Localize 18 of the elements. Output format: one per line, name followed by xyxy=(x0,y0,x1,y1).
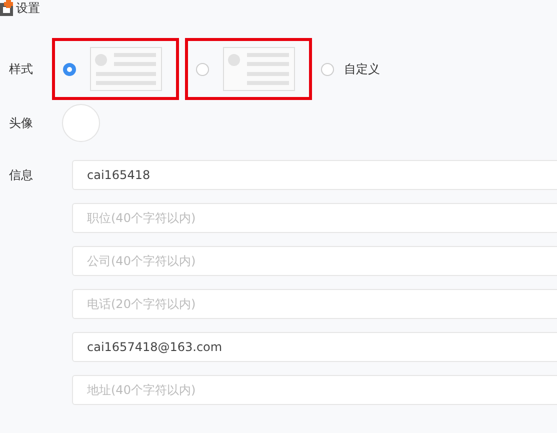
input-field[interactable]: 电话(20个字符以内) xyxy=(72,289,557,319)
field-label: 信息 xyxy=(8,167,34,184)
input-field[interactable]: 职位(40个字符以内) xyxy=(72,203,557,233)
field-label: 样式 xyxy=(8,60,34,78)
radio-button[interactable] xyxy=(63,62,76,76)
input-field[interactable]: 地址(40个字符以内) xyxy=(72,375,557,405)
radio-button[interactable] xyxy=(196,62,209,76)
input-field[interactable]: cai1657418@163.com xyxy=(72,332,557,362)
input-field[interactable]: 公司(40个字符以内) xyxy=(72,246,557,276)
input-field[interactable]: cai165418 xyxy=(72,160,557,190)
radio-button[interactable] xyxy=(321,62,334,76)
page-title: 设置 xyxy=(16,0,40,16)
app-icon xyxy=(0,0,15,16)
field-label: 头像 xyxy=(8,114,34,132)
layout-preview-icon[interactable] xyxy=(223,47,295,91)
option-label: 自定义 xyxy=(344,60,380,78)
layout-preview-icon[interactable] xyxy=(90,47,162,91)
avatar-placeholder[interactable] xyxy=(62,104,100,142)
